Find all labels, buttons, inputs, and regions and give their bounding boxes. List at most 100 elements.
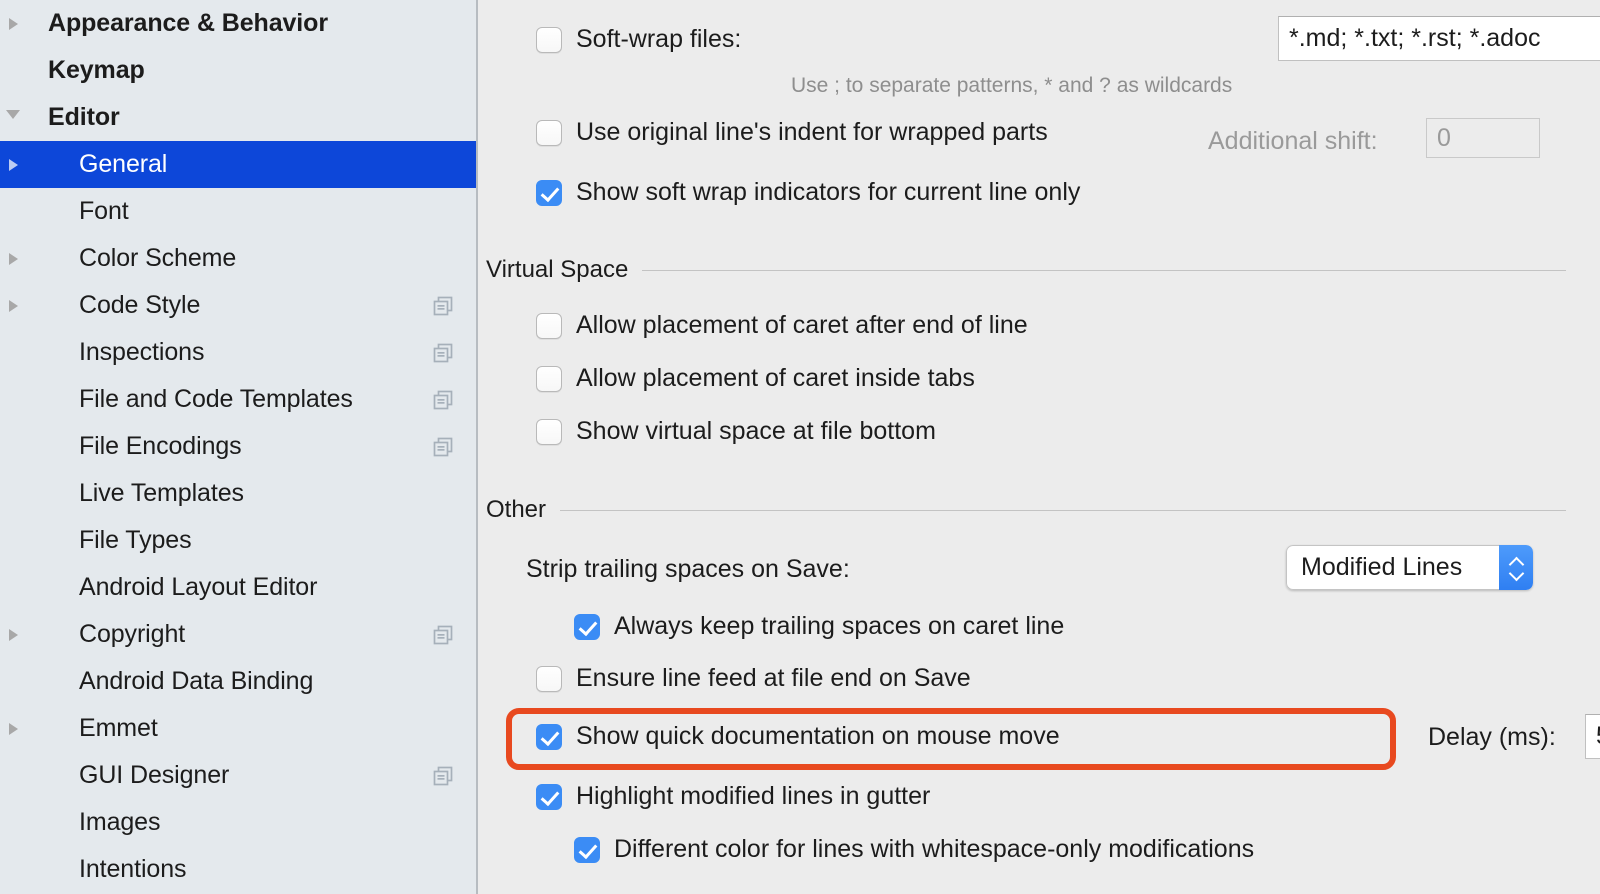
sidebar-item-images[interactable]: Images	[0, 799, 476, 846]
sidebar-item-file-and-code-templates[interactable]: File and Code Templates	[0, 376, 476, 423]
always-keep-trailing-label: Always keep trailing spaces on caret lin…	[614, 612, 1065, 640]
sidebar-item-label: Live Templates	[79, 479, 244, 507]
chevron-down-icon[interactable]	[0, 94, 26, 141]
settings-sidebar-tree[interactable]: Appearance & Behavior Keymap Editor General…	[0, 0, 478, 894]
sidebar-item-copyright[interactable]: Copyright	[0, 611, 476, 658]
chevron-right-icon[interactable]	[0, 705, 26, 752]
delay-ms-input[interactable]: 500	[1585, 714, 1600, 759]
copy-settings-icon[interactable]	[432, 295, 454, 317]
quick-documentation-checkbox[interactable]	[536, 723, 562, 750]
highlight-modified-lines-row[interactable]: Highlight modified lines in gutter	[536, 782, 930, 811]
soft-wrap-files-row[interactable]: Soft-wrap files:	[536, 25, 741, 54]
show-soft-wrap-indicators-label: Show soft wrap indicators for current li…	[576, 178, 1081, 206]
sidebar-item-label: Appearance & Behavior	[48, 9, 328, 37]
copy-settings-icon[interactable]	[432, 389, 454, 411]
sidebar-item-editor[interactable]: Editor	[0, 94, 476, 141]
sidebar-item-label: Images	[79, 808, 161, 836]
sidebar-item-label: Keymap	[48, 56, 145, 84]
sidebar-item-label: Android Data Binding	[79, 667, 314, 695]
allow-caret-inside-tabs-row[interactable]: Allow placement of caret inside tabs	[536, 364, 975, 393]
chevron-right-icon[interactable]	[0, 141, 26, 188]
show-virtual-space-bottom-row[interactable]: Show virtual space at file bottom	[536, 417, 936, 446]
sidebar-item-gui-designer[interactable]: GUI Designer	[0, 752, 476, 799]
always-keep-trailing-row[interactable]: Always keep trailing spaces on caret lin…	[574, 612, 1064, 641]
use-original-indent-checkbox[interactable]	[536, 119, 562, 146]
sidebar-item-font[interactable]: Font	[0, 188, 476, 235]
use-original-indent-row[interactable]: Use original line's indent for wrapped p…	[536, 118, 1048, 147]
other-section-header: Other	[486, 496, 1566, 524]
different-color-whitespace-row[interactable]: Different color for lines with whitespac…	[574, 835, 1254, 864]
sidebar-item-label: Color Scheme	[79, 244, 237, 272]
delay-ms-value: 500	[1596, 722, 1600, 751]
sidebar-item-label: Editor	[48, 103, 120, 131]
chevron-right-icon[interactable]	[0, 235, 26, 282]
sidebar-item-appearance-behavior[interactable]: Appearance & Behavior	[0, 0, 476, 47]
soft-wrap-files-checkbox[interactable]	[536, 26, 562, 53]
stepper-chevrons[interactable]	[1499, 545, 1533, 590]
sidebar-item-label: General	[79, 150, 168, 178]
additional-shift-input[interactable]: 0	[1426, 118, 1540, 158]
sidebar-item-emmet[interactable]: Emmet	[0, 705, 476, 752]
strip-trailing-spaces-value: Modified Lines	[1286, 545, 1499, 590]
sidebar-item-intentions[interactable]: Intentions	[0, 846, 476, 893]
sidebar-item-inspections[interactable]: Inspections	[0, 329, 476, 376]
sidebar-item-label: Emmet	[79, 714, 158, 742]
copy-settings-icon[interactable]	[432, 765, 454, 787]
sidebar-item-android-layout-editor[interactable]: Android Layout Editor	[0, 564, 476, 611]
allow-caret-after-eol-label: Allow placement of caret after end of li…	[576, 311, 1028, 339]
settings-detail-pane: Soft-wrap files: *.md; *.txt; *.rst; *.a…	[478, 0, 1600, 894]
sidebar-item-label: Font	[79, 197, 129, 225]
chevron-right-icon[interactable]	[0, 611, 26, 658]
allow-caret-inside-tabs-label: Allow placement of caret inside tabs	[576, 364, 975, 392]
highlight-modified-lines-checkbox[interactable]	[536, 783, 562, 810]
sidebar-item-general[interactable]: General	[0, 141, 476, 188]
copy-settings-icon[interactable]	[432, 436, 454, 458]
chevron-right-icon[interactable]	[0, 0, 26, 47]
sidebar-item-file-types[interactable]: File Types	[0, 517, 476, 564]
soft-wrap-files-input[interactable]: *.md; *.txt; *.rst; *.adoc	[1278, 16, 1600, 61]
copy-settings-icon[interactable]	[432, 624, 454, 646]
sidebar-item-label: Copyright	[79, 620, 186, 648]
different-color-whitespace-checkbox[interactable]	[574, 836, 600, 863]
sidebar-item-keymap[interactable]: Keymap	[0, 47, 476, 94]
copy-settings-icon[interactable]	[432, 342, 454, 364]
highlight-modified-lines-label: Highlight modified lines in gutter	[576, 782, 931, 810]
show-soft-wrap-indicators-checkbox[interactable]	[536, 179, 562, 206]
show-soft-wrap-indicators-row[interactable]: Show soft wrap indicators for current li…	[536, 178, 1080, 207]
soft-wrap-files-value: *.md; *.txt; *.rst; *.adoc	[1289, 24, 1541, 52]
allow-caret-inside-tabs-checkbox[interactable]	[536, 365, 562, 392]
ensure-line-feed-checkbox[interactable]	[536, 665, 562, 692]
ensure-line-feed-label: Ensure line feed at file end on Save	[576, 664, 971, 692]
use-original-indent-label: Use original line's indent for wrapped p…	[576, 118, 1048, 146]
quick-documentation-row[interactable]: Show quick documentation on mouse move	[536, 722, 1060, 751]
settings-dialog: Appearance & Behavior Keymap Editor General…	[0, 0, 1600, 894]
virtual-space-title: Virtual Space	[486, 256, 629, 283]
sidebar-item-label: GUI Designer	[79, 761, 230, 789]
different-color-whitespace-label: Different color for lines with whitespac…	[614, 835, 1255, 863]
show-virtual-space-bottom-checkbox[interactable]	[536, 418, 562, 445]
sidebar-item-live-templates[interactable]: Live Templates	[0, 470, 476, 517]
sidebar-item-color-scheme[interactable]: Color Scheme	[0, 235, 476, 282]
sidebar-item-label: File and Code Templates	[79, 385, 353, 413]
strip-trailing-spaces-select[interactable]: Modified Lines	[1286, 545, 1533, 590]
sidebar-item-android-data-binding[interactable]: Android Data Binding	[0, 658, 476, 705]
allow-caret-after-eol-checkbox[interactable]	[536, 312, 562, 339]
sidebar-item-file-encodings[interactable]: File Encodings	[0, 423, 476, 470]
other-title: Other	[486, 496, 547, 523]
sidebar-item-code-style[interactable]: Code Style	[0, 282, 476, 329]
sidebar-item-label: Intentions	[79, 855, 187, 883]
ensure-line-feed-row[interactable]: Ensure line feed at file end on Save	[536, 664, 971, 693]
always-keep-trailing-checkbox[interactable]	[574, 613, 600, 640]
chevron-right-icon[interactable]	[0, 282, 26, 329]
additional-shift-label: Additional shift:	[1208, 127, 1378, 155]
allow-caret-after-eol-row[interactable]: Allow placement of caret after end of li…	[536, 311, 1028, 340]
